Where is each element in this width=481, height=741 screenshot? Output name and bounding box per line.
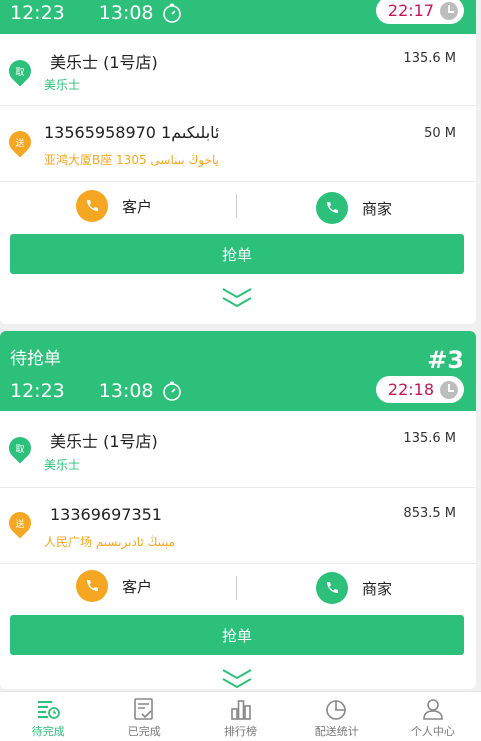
order-card: 待抢单 #3 12:23 13:08 22:18 取 美乐士 (1号店) 美乐士…	[0, 331, 476, 689]
customer-address: 亚鸿大厦B座 1305 ياخوڭ بىناسى	[44, 153, 220, 167]
divider	[236, 576, 237, 600]
customer-phone: 13369697351	[50, 505, 162, 524]
delivery-time: 13:08	[98, 2, 154, 24]
phone-icon	[316, 572, 348, 604]
customer-distance: 50 M	[424, 126, 456, 141]
customer-phone: 13565958970 1ئابلىكىم	[44, 123, 220, 142]
contact-row: 客户 商家	[0, 564, 476, 614]
tab-label: 排行榜	[224, 725, 257, 738]
delivery-pin-icon: 送	[4, 507, 36, 539]
customer-distance: 853.5 M	[403, 506, 456, 521]
phone-icon	[316, 192, 348, 224]
delivery-time: 13:08	[98, 380, 154, 402]
check-document-icon	[134, 698, 154, 720]
store-name: 美乐士 (1号店)	[50, 432, 158, 451]
pickup-time: 12:23	[10, 380, 65, 402]
delivery-pin-icon: 送	[4, 126, 36, 158]
pie-chart-icon	[325, 700, 346, 720]
merchant-label: 商家	[362, 579, 393, 598]
order-card: 12:23 13:08 22:17 取 美乐士 (1号店) 美乐士 135.6 …	[0, 0, 476, 324]
tab-ranking[interactable]: 排行榜	[192, 692, 288, 741]
tab-completed[interactable]: 已完成	[96, 692, 192, 741]
deadline-badge: 22:17	[375, 0, 464, 24]
store-row[interactable]: 取 美乐士 (1号店) 美乐士 135.6 M	[0, 411, 476, 488]
customer-address: 人民广场 مېنىڭ ئادىرىسىم	[44, 535, 175, 549]
store-distance: 135.6 M	[403, 51, 456, 66]
timer-icon	[162, 381, 181, 401]
person-icon	[423, 699, 443, 720]
merchant-label: 商家	[362, 199, 393, 218]
store-distance: 135.6 M	[403, 431, 456, 446]
customer-label: 客户	[122, 577, 153, 596]
store-name: 美乐士 (1号店)	[50, 53, 158, 72]
deadline-time: 22:17	[387, 1, 434, 20]
pickup-badge-label: 取	[15, 444, 25, 455]
pickup-badge-label: 取	[15, 67, 25, 78]
time-row: 12:23 13:08	[10, 380, 182, 402]
clock-icon	[440, 380, 458, 399]
divider	[236, 194, 237, 218]
delivery-badge-label: 送	[15, 519, 25, 530]
order-card-header: 待抢单 #3 12:23 13:08 22:18	[0, 331, 476, 411]
phone-icon	[76, 570, 108, 602]
tab-label: 待完成	[31, 725, 65, 738]
deadline-badge: 22:18	[375, 376, 464, 403]
order-status: 待抢单	[10, 349, 61, 369]
call-merchant-button[interactable]: 商家	[316, 572, 392, 604]
pickup-pin-icon: 取	[4, 432, 36, 464]
order-card-header: 12:23 13:08 22:17	[0, 0, 476, 34]
pickup-time: 12:23	[10, 2, 65, 24]
tab-label: 个人中心	[410, 725, 455, 738]
time-row: 12:23 13:08	[10, 2, 182, 24]
expand-chevron-icon[interactable]	[220, 286, 254, 310]
bottom-tab-bar: 待完成 已完成 排行榜 配送统计 个人中心	[0, 691, 481, 741]
bar-chart-icon	[230, 700, 251, 720]
call-merchant-button[interactable]: 商家	[316, 192, 392, 224]
expand-chevron-icon[interactable]	[220, 667, 254, 689]
store-sub: 美乐士	[44, 458, 81, 472]
store-row[interactable]: 取 美乐士 (1号店) 美乐士 135.6 M	[0, 34, 476, 106]
tab-pending[interactable]: 待完成	[0, 692, 96, 741]
tab-profile[interactable]: 个人中心	[385, 692, 481, 741]
customer-row[interactable]: 送 13369697351 人民广场 مېنىڭ ئادىرىسىم 853.5…	[0, 488, 476, 564]
grab-order-button[interactable]: 抢单	[10, 234, 464, 274]
contact-row: 客户 商家	[0, 182, 476, 232]
tab-label: 已完成	[127, 725, 161, 738]
customer-row[interactable]: 送 13565958970 1ئابلىكىم 亚鸿大厦B座 1305 ياخو…	[0, 106, 476, 182]
pickup-pin-icon: 取	[4, 55, 36, 87]
order-number: #3	[427, 346, 464, 374]
tab-label: 配送统计	[314, 725, 359, 738]
clock-icon	[440, 1, 458, 20]
deadline-time: 22:18	[387, 380, 434, 399]
timer-icon	[162, 3, 181, 23]
customer-label: 客户	[122, 197, 153, 216]
phone-icon	[76, 190, 108, 222]
grab-order-button[interactable]: 抢单	[10, 615, 464, 655]
call-customer-button[interactable]: 客户	[76, 570, 152, 602]
store-sub: 美乐士	[44, 78, 81, 92]
call-customer-button[interactable]: 客户	[76, 190, 152, 222]
delivery-badge-label: 送	[15, 138, 25, 149]
list-clock-icon	[38, 701, 60, 719]
tab-delivery-stats[interactable]: 配送统计	[289, 692, 385, 741]
